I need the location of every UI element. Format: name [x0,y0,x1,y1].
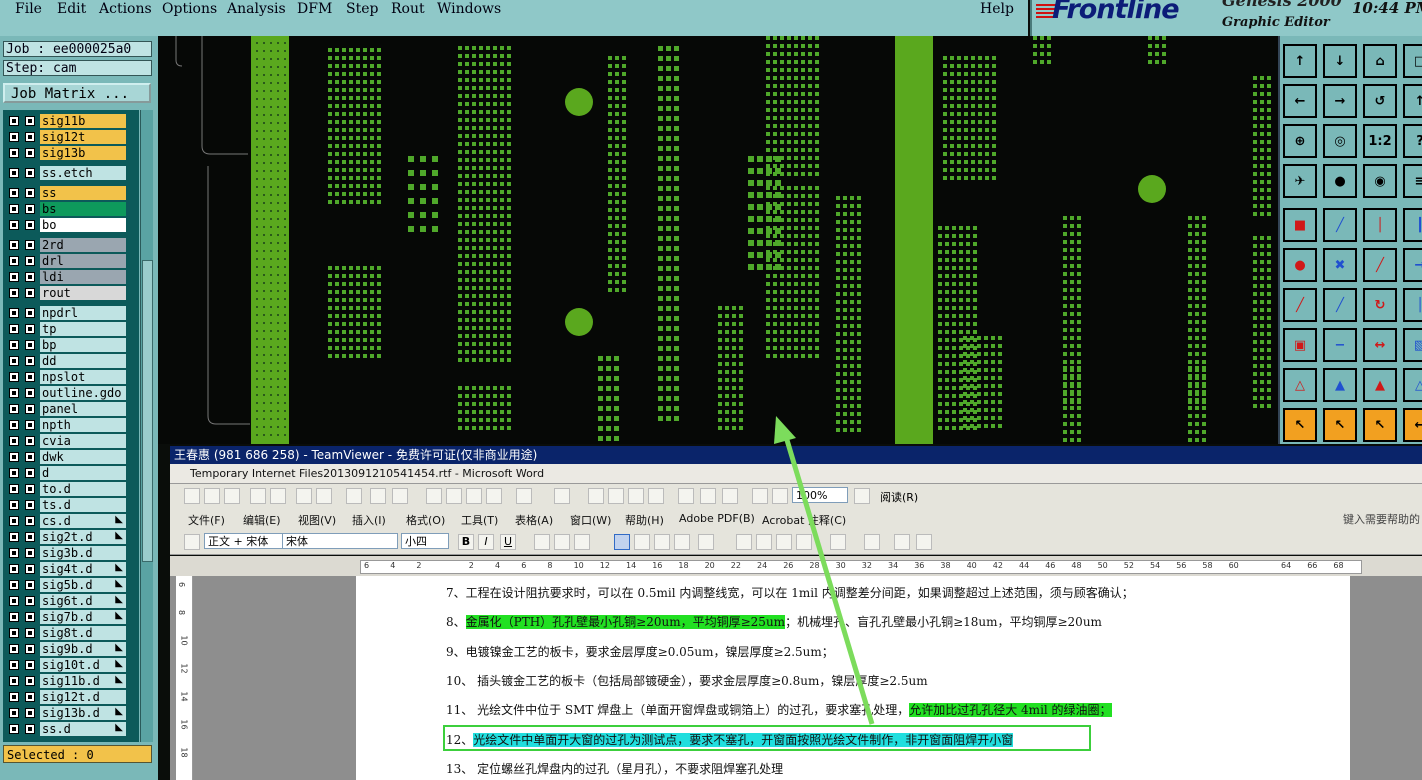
arrow-head [774,416,796,444]
annotation-arrow [774,416,875,725]
arrow-shaft [781,429,875,725]
